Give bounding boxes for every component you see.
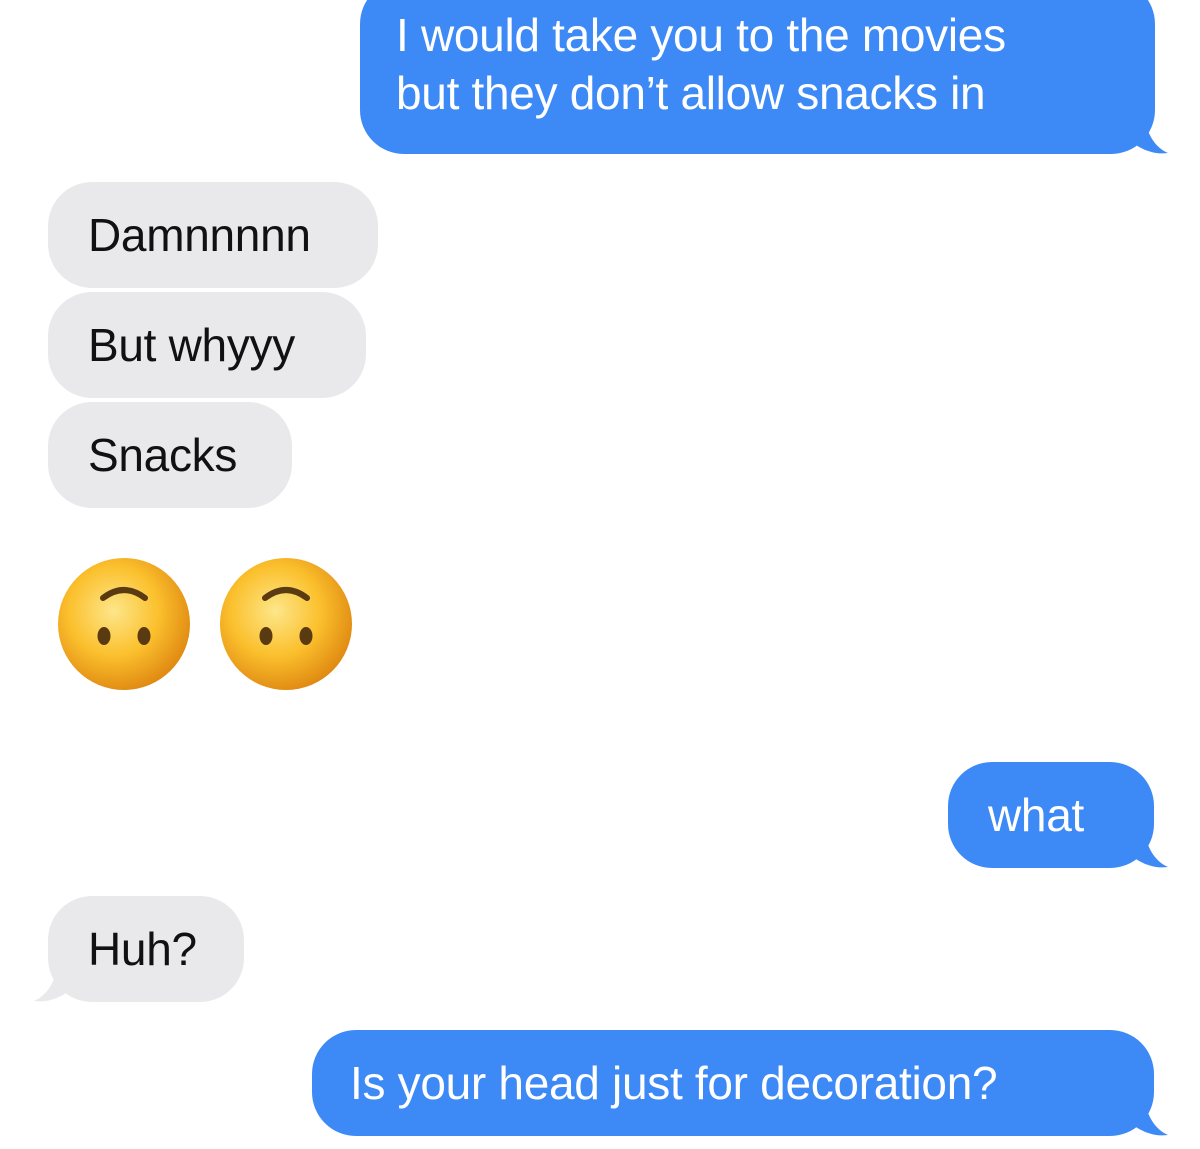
message-text: Damnnnnn	[88, 209, 311, 261]
received-message-bubble[interactable]: But whyyy	[48, 292, 366, 398]
sent-bubble-tail	[1132, 1096, 1168, 1136]
upside-down-face-icon[interactable]	[218, 556, 354, 692]
received-message-bubble[interactable]: Huh?	[48, 896, 244, 1002]
message-text: But whyyy	[88, 319, 295, 371]
message-text: Snacks	[88, 429, 238, 481]
sent-message-bubble[interactable]: I would take you to the movies but they …	[360, 0, 1155, 154]
upside-down-face-icon[interactable]	[56, 556, 192, 692]
sent-message-bubble[interactable]: Is your head just for decoration?	[312, 1030, 1154, 1136]
received-message-bubble[interactable]: Damnnnnn	[48, 182, 378, 288]
sent-message-bubble[interactable]: what	[948, 762, 1154, 868]
message-text: what	[988, 789, 1084, 841]
message-text: Is your head just for decoration?	[350, 1057, 998, 1109]
message-text: Huh?	[88, 923, 197, 975]
message-thread: I would take you to the movies but they …	[0, 0, 1200, 1149]
received-bubble-tail	[34, 962, 70, 1002]
message-text-line: but they don’t allow snacks in	[396, 67, 986, 119]
message-text-line: I would take you to the movies	[396, 9, 1006, 61]
received-message-bubble[interactable]: Snacks	[48, 402, 292, 508]
sent-bubble-tail	[1132, 828, 1168, 868]
sent-bubble-tail	[1132, 114, 1168, 154]
